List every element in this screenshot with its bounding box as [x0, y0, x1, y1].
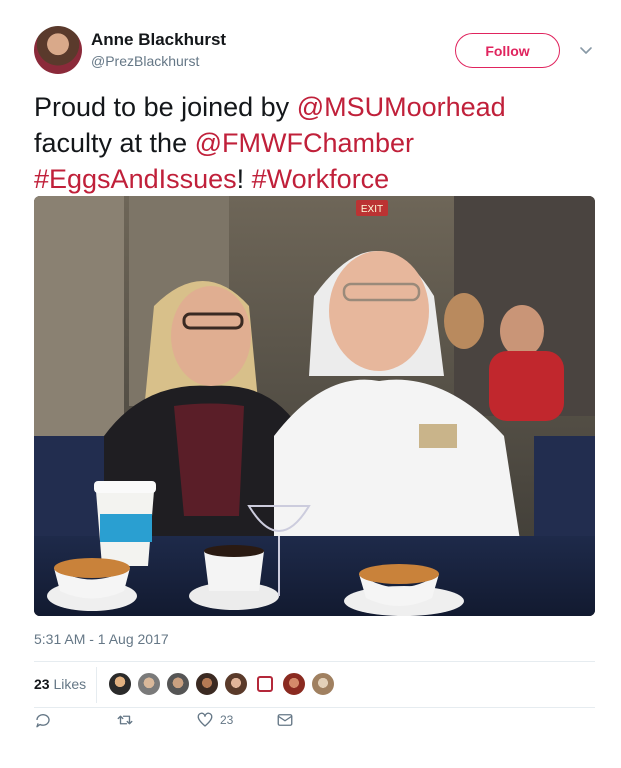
author-avatar[interactable]: [34, 26, 82, 74]
photo-scene: EXIT: [34, 196, 595, 616]
liker-avatar[interactable]: [108, 672, 132, 696]
tweet-text-part: faculty at the: [34, 128, 195, 158]
tweet-photo[interactable]: EXIT: [34, 196, 595, 616]
divider: [34, 661, 595, 662]
likes-label: Likes: [53, 676, 87, 692]
exit-sign: EXIT: [361, 204, 383, 215]
likes-count: 23: [34, 676, 50, 692]
author-handle[interactable]: @PrezBlackhurst: [91, 53, 199, 69]
message-button[interactable]: [276, 711, 294, 729]
like-count: 23: [220, 713, 234, 727]
tweet-text: Proud to be joined by @MSUMoorhead facul…: [34, 89, 594, 197]
reply-icon: [36, 714, 50, 728]
hashtag-eggsandissues[interactable]: #EggsAndIssues: [34, 164, 237, 194]
tweet-timestamp[interactable]: 5:31 AM - 1 Aug 2017: [34, 631, 169, 647]
reply-button[interactable]: [34, 711, 52, 729]
hashtag-workforce[interactable]: #Workforce: [252, 164, 390, 194]
divider: [34, 707, 595, 708]
liker-avatar[interactable]: [253, 672, 277, 696]
liker-avatar[interactable]: [137, 672, 161, 696]
like-button[interactable]: 23: [196, 711, 233, 729]
divider: [96, 667, 97, 703]
liker-avatar[interactable]: [224, 672, 248, 696]
liker-avatar[interactable]: [195, 672, 219, 696]
heart-icon: [197, 712, 213, 727]
retweet-icon: [117, 715, 133, 725]
tweet-text-part: Proud to be joined by: [34, 92, 297, 122]
chevron-down-icon[interactable]: [578, 42, 594, 58]
liker-avatar[interactable]: [311, 672, 335, 696]
mention-fmwfchamber[interactable]: @FMWFChamber: [195, 128, 414, 158]
tweet-text-part: !: [236, 164, 252, 194]
likers-avatars: [108, 672, 335, 696]
author-name[interactable]: Anne Blackhurst: [91, 30, 226, 50]
retweet-button[interactable]: [116, 711, 134, 729]
likes-summary[interactable]: 23 Likes: [34, 676, 86, 692]
message-icon: [277, 714, 293, 726]
mention-msumoorhead[interactable]: @MSUMoorhead: [297, 92, 506, 122]
liker-avatar[interactable]: [282, 672, 306, 696]
liker-avatar[interactable]: [166, 672, 190, 696]
follow-button[interactable]: Follow: [455, 33, 560, 68]
